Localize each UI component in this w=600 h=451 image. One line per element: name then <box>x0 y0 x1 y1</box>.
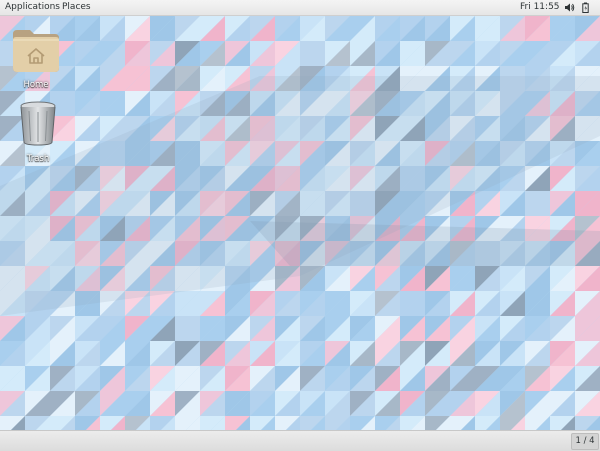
speaker-icon[interactable] <box>564 2 575 13</box>
trash-can-icon <box>15 101 61 152</box>
wallpaper-pattern <box>0 16 600 430</box>
applications-menu[interactable]: Applications <box>5 0 60 15</box>
top-bar: Applications Places Fri 11:55 <box>0 0 600 16</box>
desktop-icon-label: Trash <box>26 154 50 164</box>
bottom-bar: 1 / 4 <box>0 430 600 451</box>
desktop-icon-trash[interactable]: Trash <box>13 100 63 164</box>
desktop-wallpaper[interactable] <box>0 16 600 430</box>
folder-home-icon <box>11 30 61 78</box>
desktop-icon-label: Home <box>23 80 49 90</box>
places-menu[interactable]: Places <box>62 0 91 15</box>
battery-icon[interactable] <box>581 2 592 13</box>
desktop-icon-home[interactable]: Home <box>11 24 61 90</box>
clock[interactable]: Fri 11:55 <box>520 0 560 15</box>
workspace-indicator[interactable]: 1 / 4 <box>571 433 599 450</box>
